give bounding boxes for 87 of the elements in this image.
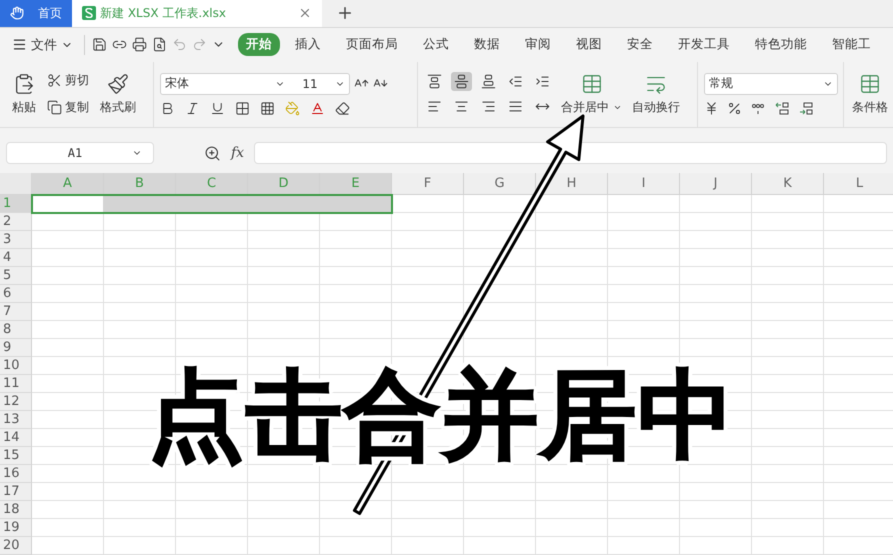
row-header[interactable]: 20 xyxy=(0,537,32,555)
align-bottom-icon xyxy=(481,74,496,90)
column-header[interactable]: G xyxy=(464,173,536,195)
italic-icon[interactable] xyxy=(185,100,200,116)
table-icon xyxy=(859,72,881,95)
row-header[interactable]: 16 xyxy=(0,465,32,483)
align-right-icon xyxy=(481,99,496,114)
hand-cursor-icon xyxy=(10,6,24,20)
row-header[interactable]: 11 xyxy=(0,375,32,393)
row-header[interactable]: 5 xyxy=(0,267,32,285)
column-header[interactable]: L xyxy=(824,173,893,195)
format-painter-button[interactable]: 格式刷 xyxy=(98,70,138,118)
column-header[interactable]: K xyxy=(752,173,824,195)
row-header[interactable]: 18 xyxy=(0,501,32,519)
menu-tab[interactable]: 审阅 xyxy=(517,33,559,56)
row-header[interactable]: 17 xyxy=(0,483,32,501)
printer-icon[interactable] xyxy=(132,37,147,52)
decrease-decimal-icon[interactable] xyxy=(798,100,814,116)
row-header[interactable]: 7 xyxy=(0,303,32,321)
paste-button[interactable]: 粘贴 xyxy=(10,70,38,118)
clipboard-icon xyxy=(13,72,35,95)
row-header[interactable]: 19 xyxy=(0,519,32,537)
conditional-format-button[interactable]: 条件格 xyxy=(850,70,890,118)
cell-grid[interactable] xyxy=(32,195,893,555)
column-header[interactable]: J xyxy=(680,173,752,195)
row-header[interactable]: 14 xyxy=(0,429,32,447)
menu-tab[interactable]: 页面布局 xyxy=(338,33,406,56)
copy-icon xyxy=(47,100,62,116)
spreadsheet-file-icon xyxy=(82,6,96,20)
align-top-icon xyxy=(427,74,442,90)
row-header[interactable]: 13 xyxy=(0,411,32,429)
justify-icon xyxy=(508,99,523,114)
print-preview-icon[interactable] xyxy=(152,37,167,52)
menu-tab[interactable]: 数据 xyxy=(466,33,508,56)
save-icon[interactable] xyxy=(92,37,107,52)
row-header[interactable]: 2 xyxy=(0,213,32,231)
row-header[interactable]: 10 xyxy=(0,357,32,375)
borders-icon[interactable] xyxy=(235,100,250,116)
row-header[interactable]: 4 xyxy=(0,249,32,267)
menu-tab[interactable]: 开发工具 xyxy=(670,33,738,56)
underline-icon[interactable] xyxy=(210,100,225,116)
table-icon xyxy=(580,72,602,95)
cut-button[interactable]: 剪切 xyxy=(44,70,92,92)
percent-icon[interactable] xyxy=(727,100,742,116)
align-middle-icon xyxy=(454,74,469,90)
menu-tab[interactable]: 特色功能 xyxy=(747,33,815,56)
selected-range[interactable] xyxy=(31,194,393,214)
menu-tab[interactable]: 视图 xyxy=(568,33,610,56)
eraser-icon[interactable] xyxy=(335,100,350,116)
formula-input[interactable] xyxy=(254,142,887,164)
brush-icon xyxy=(107,72,129,95)
align-center-icon xyxy=(454,99,469,114)
increase-decimal-icon[interactable] xyxy=(774,100,790,116)
outdent-icon xyxy=(508,74,523,90)
wrap-text-button[interactable]: 自动换行 xyxy=(630,70,682,118)
menu-icon xyxy=(12,37,27,52)
function-label[interactable]: fx xyxy=(231,145,244,162)
font-color-icon[interactable] xyxy=(310,100,325,116)
merge-center-button[interactable]: 合并居中 xyxy=(559,70,624,118)
row-header[interactable]: 12 xyxy=(0,393,32,411)
scissors-icon xyxy=(47,73,62,88)
active-cell[interactable] xyxy=(33,196,103,212)
row-header[interactable]: 8 xyxy=(0,321,32,339)
column-header[interactable]: F xyxy=(392,173,464,195)
name-box[interactable]: A1 xyxy=(6,142,154,164)
menu-tab[interactable]: 插入 xyxy=(287,33,329,56)
document-tab[interactable]: 新建 XLSX 工作表.xlsx xyxy=(72,0,322,27)
row-header[interactable]: 6 xyxy=(0,285,32,303)
align-left-icon xyxy=(427,99,442,114)
home-tab[interactable]: 首页 xyxy=(0,0,72,27)
file-menu-button[interactable]: 文件 xyxy=(8,36,77,54)
align-middle-button[interactable] xyxy=(451,72,472,92)
cell-style-icon[interactable] xyxy=(260,100,275,116)
menu-tab[interactable]: 安全 xyxy=(619,33,661,56)
number-format-select[interactable]: 常规 xyxy=(704,72,838,95)
fill-color-icon[interactable] xyxy=(285,100,300,116)
row-header[interactable]: 3 xyxy=(0,231,32,249)
font-select[interactable]: 宋体 11 xyxy=(160,72,350,95)
menu-tab[interactable]: 公式 xyxy=(415,33,457,56)
copy-button[interactable]: 复制 xyxy=(44,97,92,118)
row-header[interactable]: 15 xyxy=(0,447,32,465)
indent-icon xyxy=(535,74,550,90)
row-header[interactable]: 9 xyxy=(0,339,32,357)
zoom-icon[interactable] xyxy=(204,144,221,162)
menu-tab[interactable]: 开始 xyxy=(238,33,280,56)
menu-tab[interactable]: 智能工 xyxy=(824,33,879,56)
column-header[interactable]: I xyxy=(608,173,680,195)
